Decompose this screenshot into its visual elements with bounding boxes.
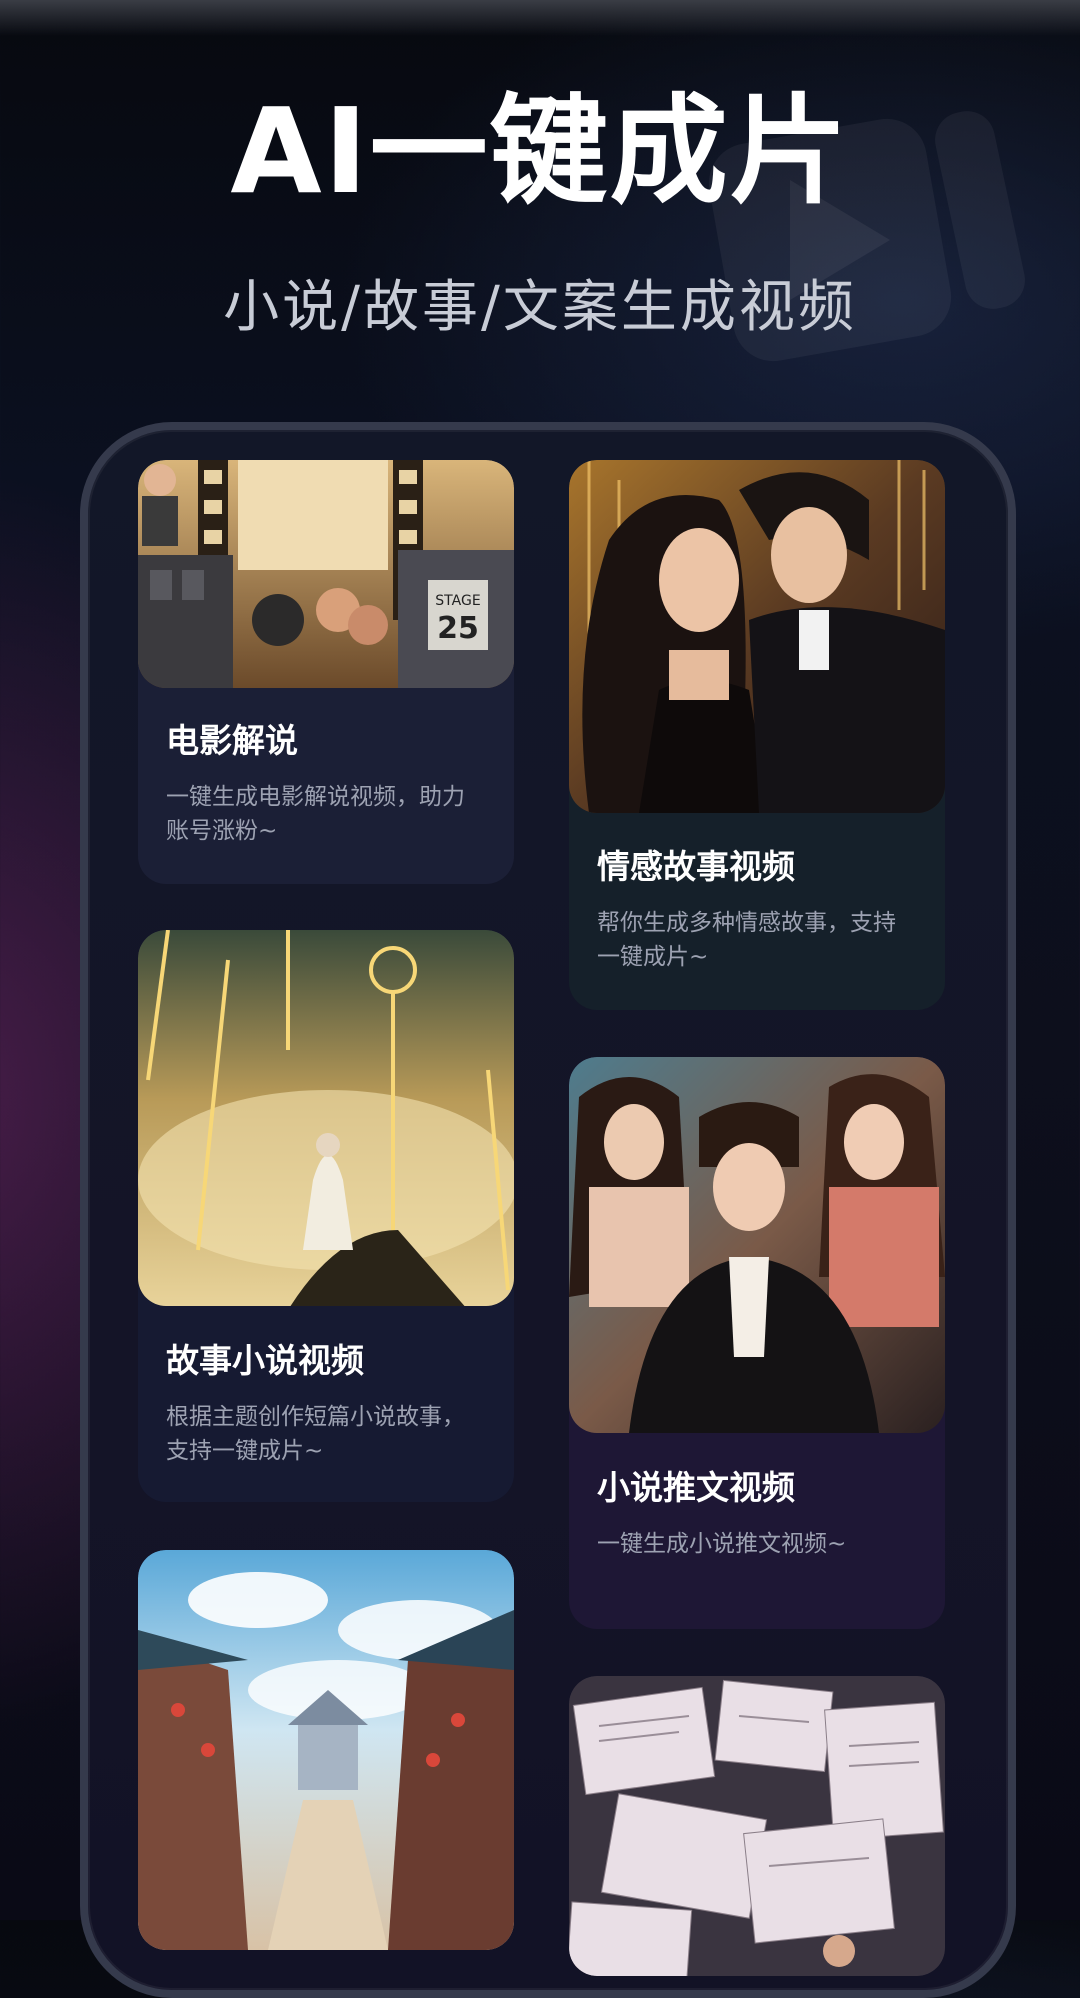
- svg-text:25: 25: [437, 611, 479, 646]
- card-description: 帮你生成多种情感故事，支持一键成片~: [597, 910, 896, 970]
- page-title: AI一键成片: [230, 82, 850, 220]
- card-title: 电影解说: [166, 721, 298, 760]
- card-emotional-story[interactable]: 情感故事视频 帮你生成多种情感故事，支持一键成片~: [569, 460, 945, 1010]
- papers-collage-image: [569, 1676, 945, 1976]
- ancient-street-image: [138, 1550, 514, 1950]
- card-story-novel[interactable]: 故事小说视频 根据主题创作短篇小说故事，支持一键成片~: [138, 930, 514, 1502]
- card-title: 故事小说视频: [166, 1341, 364, 1380]
- page-subtitle: 小说/故事/文案生成视频: [223, 275, 857, 340]
- card-novel-promo[interactable]: 小说推文视频 一键生成小说推文视频~: [569, 1057, 945, 1629]
- card-movie-commentary[interactable]: STAGE 25 电影解说 一键生成电影解说视频，助力账号涨粉~: [138, 460, 514, 884]
- status-bar: [0, 0, 1080, 36]
- film-collage-image: STAGE 25: [138, 460, 514, 688]
- card-ancient-street[interactable]: [138, 1550, 514, 1950]
- card-description: 一键生成小说推文视频~: [597, 1531, 847, 1557]
- trio-portrait-image: [569, 1057, 945, 1433]
- card-title: 小说推文视频: [597, 1468, 795, 1507]
- card-description: 一键生成电影解说视频，助力账号涨粉~: [166, 784, 465, 844]
- svg-text:STAGE: STAGE: [435, 593, 480, 609]
- couple-illustration-image: [569, 460, 945, 813]
- card-description: 根据主题创作短篇小说故事，支持一键成片~: [166, 1404, 465, 1464]
- card-papers-collage[interactable]: [569, 1676, 945, 1976]
- card-title: 情感故事视频: [597, 847, 795, 886]
- fantasy-swords-image: [138, 930, 514, 1306]
